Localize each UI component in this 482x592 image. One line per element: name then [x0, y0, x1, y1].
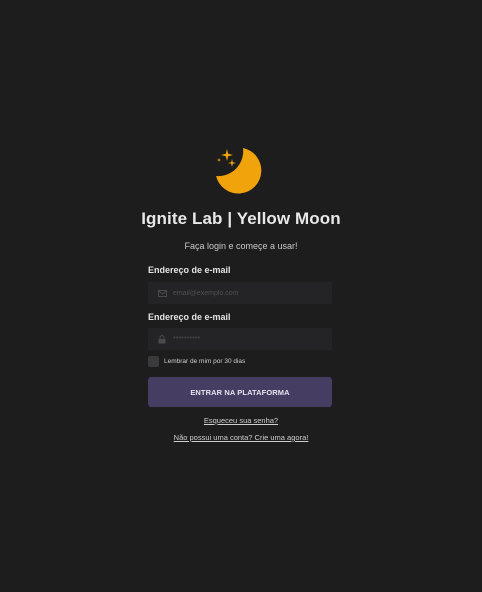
email-field-container[interactable]	[148, 282, 332, 304]
login-page: Ignite Lab | Yellow Moon Faça login e co…	[0, 0, 482, 592]
password-field[interactable]	[173, 328, 332, 350]
password-label: Endereço de e-mail	[148, 312, 231, 322]
page-subtitle: Faça login e começe a usar!	[184, 241, 298, 251]
page-title: Ignite Lab | Yellow Moon	[141, 209, 341, 228]
email-field[interactable]	[173, 282, 332, 304]
signup-link[interactable]: Não possui uma conta? Crie uma agora!	[0, 433, 482, 442]
email-label: Endereço de e-mail	[148, 265, 231, 275]
moon-stars-icon	[213, 145, 265, 197]
login-button[interactable]: ENTRAR NA PLATAFORMA	[148, 377, 332, 407]
envelope-icon	[157, 288, 167, 298]
remember-me: Lembrar de mim por 30 dias	[148, 356, 245, 367]
password-field-container[interactable]	[148, 328, 332, 350]
forgot-password-link[interactable]: Esqueceu sua senha?	[0, 416, 482, 425]
remember-label: Lembrar de mim por 30 dias	[164, 358, 246, 365]
remember-checkbox[interactable]	[148, 356, 159, 367]
lock-icon	[157, 334, 167, 344]
